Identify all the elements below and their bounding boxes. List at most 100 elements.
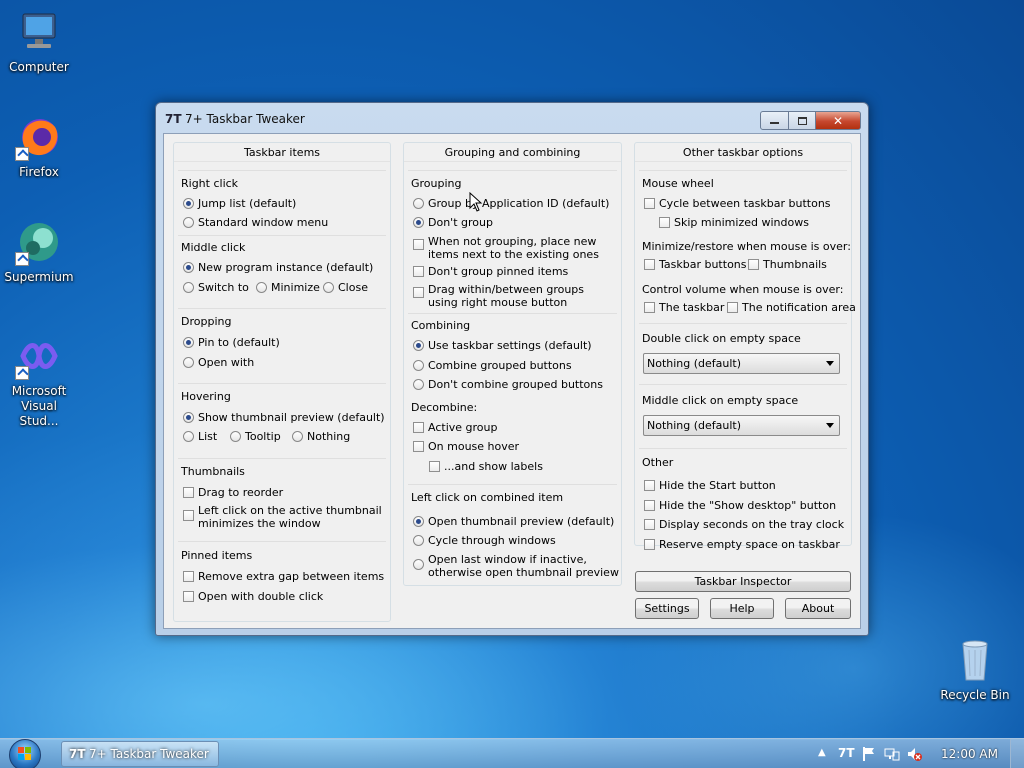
- tray-clock[interactable]: 12:00 AM: [941, 747, 998, 761]
- checkbox-dont-group-pinned[interactable]: Don't group pinned items: [413, 265, 568, 278]
- radio-dont-combine-grouped[interactable]: Don't combine grouped buttons: [413, 378, 603, 391]
- grouping-combining-panel: Grouping and combining Grouping Group by…: [403, 142, 622, 586]
- radio-show-thumbnail-preview[interactable]: Show thumbnail preview (default): [183, 411, 385, 424]
- checkbox-show-labels[interactable]: ...and show labels: [429, 460, 543, 473]
- group-heading: Other: [642, 456, 674, 469]
- desktop-icon-label: Computer: [9, 60, 69, 74]
- radio-jump-list[interactable]: Jump list (default): [183, 197, 296, 210]
- radio-pin-to[interactable]: Pin to (default): [183, 336, 280, 349]
- taskbar-button-7tt[interactable]: 7T 7+ Taskbar Tweaker: [61, 741, 219, 767]
- show-hidden-icons-chevron-icon[interactable]: ▲: [818, 747, 826, 758]
- desktop-icon-label: Firefox: [19, 165, 59, 179]
- checkbox-indicator: [644, 500, 655, 511]
- radio-indicator: [183, 357, 194, 368]
- close-button[interactable]: ✕: [816, 111, 861, 130]
- checkbox-drag-within-groups[interactable]: Drag within/between groups using right mo…: [413, 283, 584, 309]
- radio-nothing[interactable]: Nothing: [292, 430, 350, 443]
- checkbox-left-click-active-thumbnail[interactable]: Left click on the active thumbnail minimi…: [183, 504, 382, 530]
- checkbox-reserve-empty-space[interactable]: Reserve empty space on taskbar: [644, 538, 840, 551]
- title-bar[interactable]: 7T 7+ Taskbar Tweaker ✕: [156, 103, 868, 133]
- checkbox-indicator: [429, 461, 440, 472]
- group-heading: Thumbnails: [181, 465, 245, 478]
- checkbox-on-mouse-hover[interactable]: On mouse hover: [413, 440, 519, 453]
- checkbox-indicator: [183, 571, 194, 582]
- radio-minimize[interactable]: Minimize: [256, 281, 320, 294]
- shortcut-arrow-icon: [15, 147, 29, 161]
- taskbar-inspector-button[interactable]: Taskbar Inspector: [635, 571, 851, 592]
- separator: [408, 484, 617, 485]
- checkbox-indicator: [659, 217, 670, 228]
- option-label: Close: [338, 281, 368, 294]
- checkbox-display-seconds[interactable]: Display seconds on the tray clock: [644, 518, 844, 531]
- radio-list[interactable]: List: [183, 430, 217, 443]
- checkbox-indicator: [644, 480, 655, 491]
- checkbox-hide-show-desktop[interactable]: Hide the "Show desktop" button: [644, 499, 836, 512]
- checkbox-skip-minimized[interactable]: Skip minimized windows: [659, 216, 809, 229]
- radio-indicator: [183, 337, 194, 348]
- checkbox-notification-area[interactable]: The notification area: [727, 301, 856, 314]
- help-button[interactable]: Help: [710, 598, 774, 619]
- radio-indicator: [413, 340, 424, 351]
- action-center-flag-icon[interactable]: [862, 746, 876, 762]
- desktop-icon-visual-studio[interactable]: Microsoft Visual Stud...: [1, 332, 77, 429]
- radio-switch-to[interactable]: Switch to: [183, 281, 249, 294]
- volume-muted-icon[interactable]: [906, 746, 922, 762]
- close-icon: ✕: [832, 113, 844, 128]
- separator: [408, 313, 617, 314]
- about-button[interactable]: About: [785, 598, 851, 619]
- desktop-icon-computer[interactable]: Computer: [1, 8, 77, 75]
- taskbar-button-label: 7+ Taskbar Tweaker: [89, 747, 209, 761]
- radio-open-thumbnail-preview[interactable]: Open thumbnail preview (default): [413, 515, 614, 528]
- radio-open-with[interactable]: Open with: [183, 356, 254, 369]
- show-desktop-button[interactable]: [1010, 739, 1024, 768]
- group-heading: Right click: [181, 177, 239, 190]
- radio-close[interactable]: Close: [323, 281, 368, 294]
- checkbox-open-with-double-click[interactable]: Open with double click: [183, 590, 323, 603]
- option-label: On mouse hover: [428, 440, 520, 453]
- group-heading: Dropping: [181, 315, 232, 328]
- option-label: Tooltip: [245, 430, 281, 443]
- radio-dont-group[interactable]: Don't group: [413, 216, 493, 229]
- radio-cycle-through-windows[interactable]: Cycle through windows: [413, 534, 556, 547]
- separator: [639, 170, 847, 171]
- middle-click-dropdown[interactable]: Nothing (default): [643, 415, 840, 436]
- minimize-button[interactable]: [760, 111, 789, 130]
- maximize-icon: [797, 116, 807, 125]
- checkbox-active-group[interactable]: Active group: [413, 421, 497, 434]
- radio-open-last-window[interactable]: Open last window if inactive, otherwise o…: [413, 553, 619, 579]
- separator: [639, 448, 847, 449]
- checkbox-cycle-between-buttons[interactable]: Cycle between taskbar buttons: [644, 197, 831, 210]
- radio-new-program-instance[interactable]: New program instance (default): [183, 261, 373, 274]
- radio-indicator: [292, 431, 303, 442]
- radio-indicator: [183, 198, 194, 209]
- option-label: Show thumbnail preview (default): [198, 411, 385, 424]
- option-label: Taskbar buttons: [659, 258, 747, 271]
- desktop-icon-supermium[interactable]: Supermium: [1, 218, 77, 285]
- option-label: otherwise open thumbnail preview: [428, 566, 619, 579]
- double-click-dropdown[interactable]: Nothing (default): [643, 353, 840, 374]
- desktop-icon-firefox[interactable]: Firefox: [1, 113, 77, 180]
- settings-button[interactable]: Settings: [635, 598, 699, 619]
- start-button[interactable]: [4, 739, 46, 768]
- option-label: Don't group: [428, 216, 493, 229]
- checkbox-drag-to-reorder[interactable]: Drag to reorder: [183, 486, 283, 499]
- checkbox-hide-start-button[interactable]: Hide the Start button: [644, 479, 776, 492]
- radio-group-by-app-id[interactable]: Group by Application ID (default): [413, 197, 609, 210]
- tray-7tt-icon[interactable]: 7T: [838, 746, 855, 760]
- radio-tooltip[interactable]: Tooltip: [230, 430, 281, 443]
- checkbox-the-taskbar[interactable]: The taskbar: [644, 301, 724, 314]
- dropdown-value: Nothing (default): [647, 419, 742, 432]
- desktop-icon-recycle-bin[interactable]: Recycle Bin: [937, 636, 1013, 703]
- taskbar-tweaker-window: 7T 7+ Taskbar Tweaker ✕ Taskbar items Ri…: [155, 102, 869, 636]
- radio-use-taskbar-settings[interactable]: Use taskbar settings (default): [413, 339, 592, 352]
- checkbox-taskbar-buttons[interactable]: Taskbar buttons: [644, 258, 747, 271]
- option-label: Minimize: [271, 281, 320, 294]
- checkbox-thumbnails[interactable]: Thumbnails: [748, 258, 827, 271]
- checkbox-remove-extra-gap[interactable]: Remove extra gap between items: [183, 570, 384, 583]
- maximize-button[interactable]: [789, 111, 816, 130]
- checkbox-place-new-items[interactable]: When not grouping, place new items next t…: [413, 235, 599, 261]
- network-icon[interactable]: [884, 746, 900, 762]
- radio-combine-grouped[interactable]: Combine grouped buttons: [413, 359, 572, 372]
- separator: [178, 235, 386, 236]
- radio-standard-window-menu[interactable]: Standard window menu: [183, 216, 328, 229]
